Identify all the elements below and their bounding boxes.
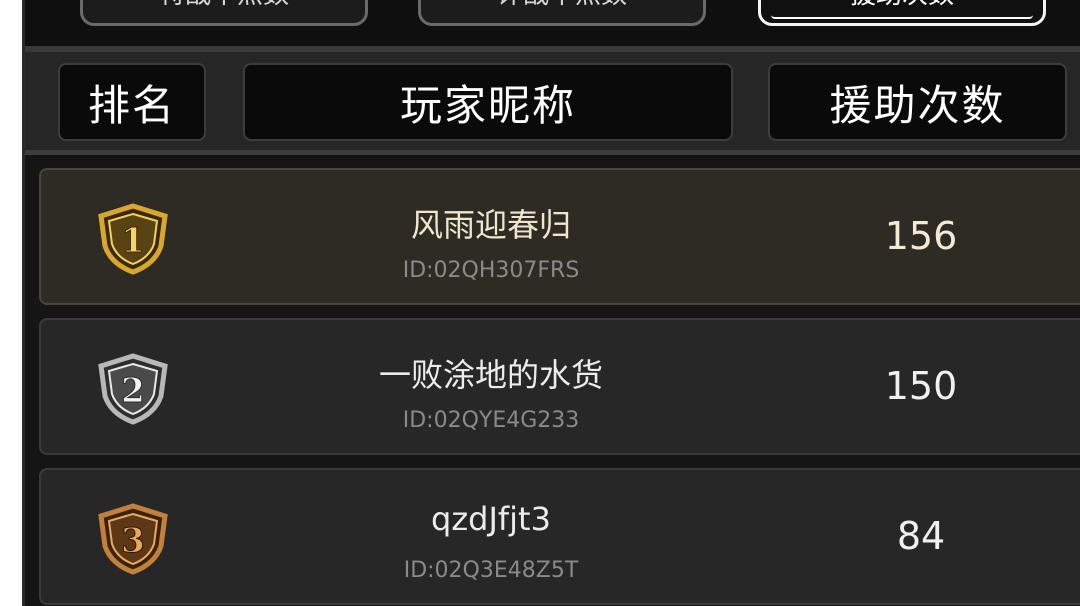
player-id: ID:02QYE4G233	[402, 408, 580, 433]
player-nickname: 一败涂地的水货	[378, 356, 603, 394]
assist-count: 156	[884, 214, 958, 258]
leaderboard-panel: 特战中点数 评战中点数 援助次数 排名 玩家昵称 援助次数 1 风雨迎春归 ID…	[22, 0, 1080, 606]
tab-special-points[interactable]: 特战中点数	[80, 0, 368, 26]
assist-count: 84	[896, 514, 946, 558]
tab-label: 评战中点数	[497, 0, 627, 11]
player-nickname: qzdJfjt3	[431, 500, 551, 538]
table-row[interactable]: 1 风雨迎春归 ID:02QH307FRS 156	[39, 168, 1080, 305]
assist-count: 150	[884, 364, 958, 408]
column-header-row: 排名 玩家昵称 援助次数	[25, 52, 1080, 150]
header-rank: 排名	[58, 63, 206, 141]
header-assist-count: 援助次数	[768, 63, 1067, 141]
player-id: ID:02Q3E48Z5T	[403, 558, 579, 583]
tab-strip: 特战中点数 评战中点数 援助次数	[25, 0, 1080, 46]
ranking-list[interactable]: 1 风雨迎春归 ID:02QH307FRS 156 2 一败涂地的水货 ID:0…	[25, 155, 1080, 606]
header-nickname: 玩家昵称	[243, 63, 733, 141]
tab-label: 援助次数	[850, 0, 954, 11]
tab-review-points[interactable]: 评战中点数	[418, 0, 706, 26]
table-row[interactable]: 2 一败涂地的水货 ID:02QYE4G233 150	[39, 318, 1080, 455]
player-nickname: 风雨迎春归	[410, 206, 571, 244]
tab-label: 特战中点数	[159, 0, 289, 11]
tab-assist-count[interactable]: 援助次数	[758, 0, 1046, 26]
table-row[interactable]: 3 qzdJfjt3 ID:02Q3E48Z5T 84	[39, 468, 1080, 605]
player-id: ID:02QH307FRS	[402, 258, 580, 283]
